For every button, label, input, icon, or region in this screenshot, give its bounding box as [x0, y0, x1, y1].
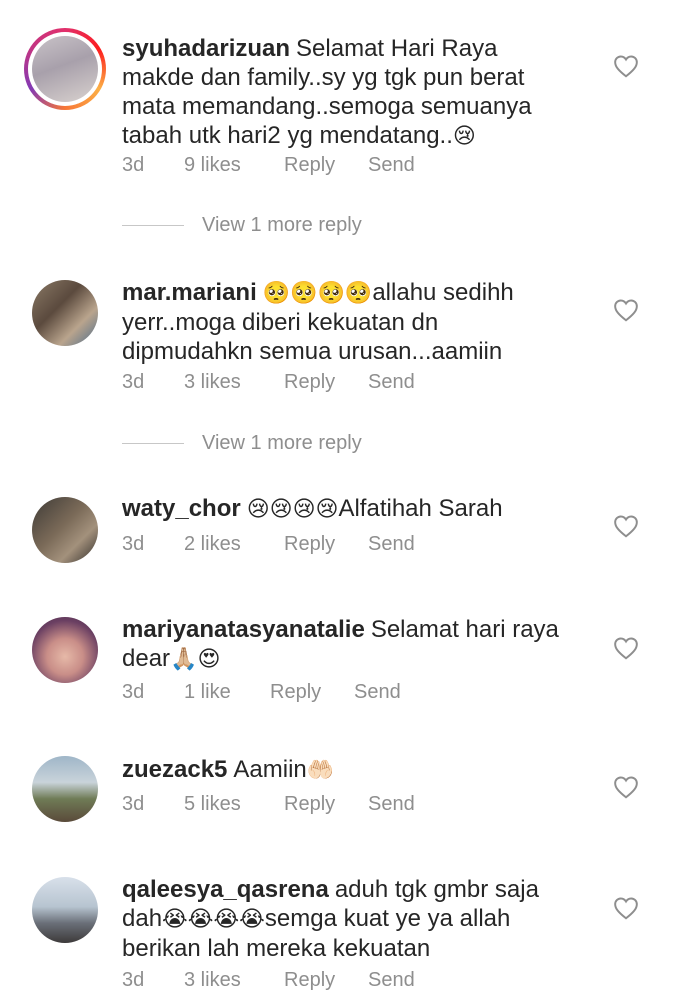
avatar[interactable]	[32, 756, 98, 822]
comment-likes[interactable]: 1 like	[184, 681, 231, 704]
emoji: 🙏🏼😍	[170, 647, 221, 672]
comment-likes[interactable]: 2 likes	[184, 533, 241, 556]
comment-time: 3d	[122, 681, 145, 703]
emoji: 🥺🥺🥺🥺	[262, 281, 373, 306]
send-button[interactable]: Send	[368, 371, 415, 394]
avatar[interactable]	[24, 28, 106, 110]
heart-icon[interactable]	[613, 54, 639, 78]
comment-username[interactable]: syuhadarizuan	[122, 35, 290, 62]
comment-time: 3d	[122, 154, 145, 176]
reply-button[interactable]: Reply	[284, 533, 335, 556]
send-button[interactable]: Send	[354, 681, 401, 704]
avatar[interactable]	[32, 617, 98, 683]
comment-username[interactable]: qaleesya_qasrena	[122, 876, 329, 903]
comment-time: 3d	[122, 969, 145, 991]
comment-text: waty_chor 😢😢😢😢Alfatihah Sarah	[122, 495, 503, 522]
comment-likes[interactable]: 3 likes	[184, 969, 241, 992]
send-button[interactable]: Send	[368, 154, 415, 177]
comment-text: mariyanatasyanatalie Selamat hari raya de…	[122, 616, 559, 672]
divider	[122, 443, 184, 444]
comment-time: 3d	[122, 371, 145, 393]
emoji: 😭😭😭😭	[162, 907, 265, 932]
comment-likes[interactable]: 5 likes	[184, 793, 241, 816]
avatar[interactable]	[32, 280, 98, 346]
comment-username[interactable]: mar.mariani	[122, 279, 257, 306]
heart-icon[interactable]	[613, 775, 639, 799]
reply-button[interactable]: Reply	[284, 371, 335, 394]
comment-text: mar.mariani 🥺🥺🥺🥺allahu sedihh yerr..moga …	[122, 279, 514, 365]
comment-text: qaleesya_qasrena aduh tgk gmbr saja dah😭😭…	[122, 876, 539, 962]
heart-icon[interactable]	[613, 896, 639, 920]
emoji: 🤲🏻	[306, 758, 335, 783]
send-button[interactable]: Send	[368, 969, 415, 992]
send-button[interactable]: Send	[368, 793, 415, 816]
heart-icon[interactable]	[613, 636, 639, 660]
heart-icon[interactable]	[613, 298, 639, 322]
reply-button[interactable]: Reply	[284, 793, 335, 816]
comment-username[interactable]: zuezack5	[122, 756, 227, 783]
comment-time: 3d	[122, 793, 145, 815]
comment-text: syuhadarizuan Selamat Hari Raya makde dan…	[122, 35, 532, 149]
comment-username[interactable]: waty_chor	[122, 495, 241, 522]
comment-likes[interactable]: 9 likes	[184, 154, 241, 177]
heart-icon[interactable]	[613, 514, 639, 538]
reply-button[interactable]: Reply	[284, 969, 335, 992]
comment-username[interactable]: mariyanatasyanatalie	[122, 616, 365, 643]
emoji: 😢😢😢😢	[246, 497, 339, 522]
send-button[interactable]: Send	[368, 533, 415, 556]
comment-time: 3d	[122, 533, 145, 555]
reply-button[interactable]: Reply	[270, 681, 321, 704]
divider	[122, 225, 184, 226]
avatar[interactable]	[32, 497, 98, 563]
comment-text: zuezack5 Aamiin🤲🏻	[122, 756, 335, 783]
emoji: 😢	[452, 124, 476, 149]
comment-likes[interactable]: 3 likes	[184, 371, 241, 394]
avatar[interactable]	[32, 877, 98, 943]
reply-button[interactable]: Reply	[284, 154, 335, 177]
